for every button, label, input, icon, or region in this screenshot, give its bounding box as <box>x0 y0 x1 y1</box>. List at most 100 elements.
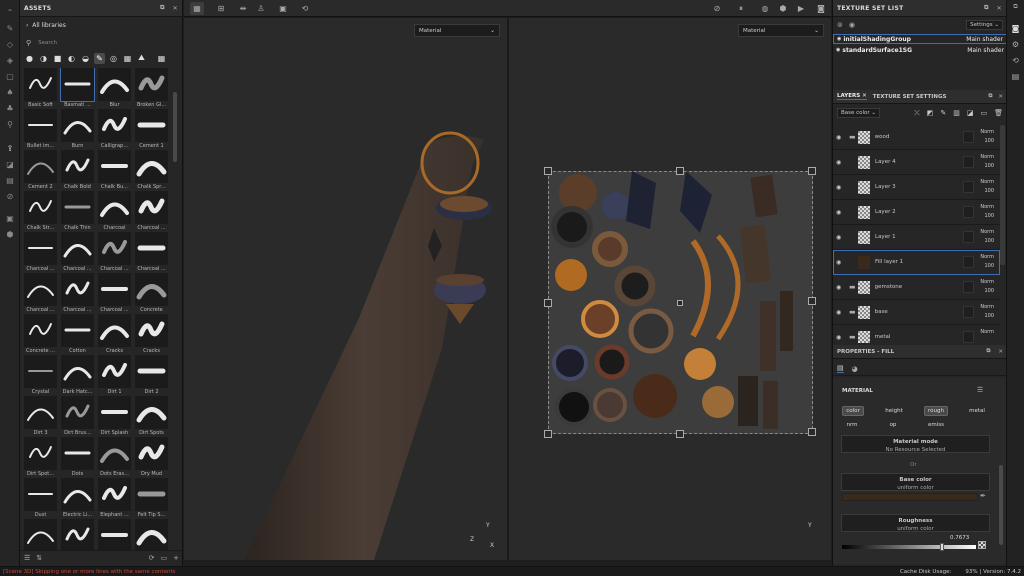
add-mask-icon[interactable]: ◩ <box>927 109 934 117</box>
layer-blend[interactable]: Norm 100 <box>980 178 994 196</box>
asset-item[interactable]: Charcoal ... <box>59 273 96 314</box>
export-icon[interactable]: ▣ <box>0 210 20 226</box>
float-icon[interactable]: ⧉ <box>160 4 165 12</box>
asset-item[interactable]: Charcoal ... <box>133 191 170 232</box>
clone-stamp-icon[interactable]: ♣ <box>0 100 20 116</box>
uv-handle-bc[interactable] <box>676 430 684 438</box>
layer-mask-slot[interactable] <box>963 306 974 318</box>
eye-icon[interactable]: ◉ <box>836 284 848 291</box>
alpha-filter-icon[interactable]: ▦ <box>122 53 133 64</box>
asset-item[interactable]: Charcoal ... <box>22 232 59 273</box>
tab-layers[interactable]: LAYERS ✕ <box>837 93 867 100</box>
asset-item[interactable]: Chalk Spr... <box>133 150 170 191</box>
close-icon[interactable]: ✕ <box>173 5 178 12</box>
texture-set-tool-icon[interactable]: ◙ <box>1007 20 1024 36</box>
asset-item[interactable]: Electric Li... <box>59 478 96 519</box>
asset-item[interactable]: Basmati ... <box>59 68 96 109</box>
uv-handle-tc[interactable] <box>676 167 684 175</box>
eyedropper-icon[interactable]: ✒ <box>980 492 986 500</box>
asset-item[interactable] <box>59 519 96 550</box>
layer-blend[interactable]: Norm 100 <box>980 228 994 246</box>
asset-item[interactable]: Dirt 3 <box>22 396 59 437</box>
geometry-mask-icon[interactable]: ▢ <box>0 68 20 84</box>
asset-item[interactable]: Charcoal ... <box>22 273 59 314</box>
channel-chip-op[interactable]: op <box>884 420 902 430</box>
channel-chip-nrm[interactable]: nrm <box>842 420 862 430</box>
layer-mask-slot[interactable] <box>963 281 974 293</box>
eye-icon[interactable]: ◉ <box>836 47 840 53</box>
layer-mask-slot[interactable] <box>963 231 974 243</box>
asset-item[interactable]: Concrete ... <box>22 314 59 355</box>
add-folder-icon[interactable]: ▭ <box>980 109 987 117</box>
asset-item[interactable]: Dirt 1 <box>96 355 133 396</box>
cube-view-icon[interactable]: ⬢ <box>776 2 790 15</box>
add-fill-layer-icon[interactable]: ▥ <box>953 109 960 117</box>
layer-row[interactable]: ◉ Layer 3 Norm 100 <box>833 175 1000 200</box>
channel-chip-color[interactable]: color <box>842 406 864 416</box>
sort-icon[interactable]: ⇅ <box>36 554 42 562</box>
camera-video-icon[interactable]: ▶ <box>794 2 808 15</box>
layer-row[interactable]: ◉ Layer 4 Norm 100 <box>833 150 1000 175</box>
asset-item[interactable]: Chalk Bu... <box>96 150 133 191</box>
layers-scrollbar[interactable] <box>1000 125 1005 265</box>
layer-row[interactable]: ◉ ▬ gemstone Norm 100 <box>833 275 1000 300</box>
layer-row[interactable]: ◉ ▬ wood Norm 100 <box>833 125 1000 150</box>
asset-item[interactable]: Basic Soft <box>22 68 59 109</box>
asset-item[interactable]: Chalk Bold <box>59 150 96 191</box>
asset-item[interactable] <box>22 519 59 550</box>
layer-row[interactable]: ◉ ▬ base Norm 100 <box>833 300 1000 325</box>
polygon-fill-icon[interactable]: ▤ <box>0 172 20 188</box>
asset-item[interactable] <box>133 519 170 550</box>
uv-handle-tl[interactable] <box>544 167 552 175</box>
layer-mask-slot[interactable] <box>963 156 974 168</box>
eye-icon[interactable]: ◉ <box>837 36 841 42</box>
list-view-icon[interactable]: ☰ <box>24 554 30 562</box>
channel-chip-emiss[interactable]: emiss <box>924 420 948 430</box>
add-icon[interactable]: + <box>173 554 179 562</box>
log-icon[interactable]: ▤ <box>1007 68 1024 84</box>
settings-dropdown[interactable]: Settings ⌄ <box>966 20 1003 30</box>
search-input[interactable]: ⚲ Search <box>26 38 176 48</box>
camera-icon[interactable]: ◙ <box>814 2 828 15</box>
material-picker-icon[interactable]: ⚲ <box>0 116 20 132</box>
base-color-button[interactable]: Base color uniform color <box>841 473 990 491</box>
eye-icon[interactable]: ◉ <box>836 334 848 341</box>
asset-item[interactable]: Dirt Brus... <box>59 396 96 437</box>
3d-model-view[interactable] <box>184 18 506 560</box>
right-viewport-mode-dropdown[interactable]: Material ⌄ <box>738 24 824 37</box>
asset-item[interactable]: Chalk Str... <box>22 191 59 232</box>
asset-item[interactable]: Blur <box>96 68 133 109</box>
channel-chip-metal[interactable]: metal <box>966 406 988 416</box>
assets-scrollbar[interactable] <box>173 92 177 162</box>
brush-filter-icon[interactable]: ✎ <box>94 52 105 64</box>
asset-item[interactable]: Elephant ... <box>96 478 133 519</box>
asset-item[interactable]: Cement 1 <box>133 109 170 150</box>
layer-blend[interactable]: Norm 100 <box>980 253 994 271</box>
eye-icon[interactable]: ◉ <box>836 134 848 141</box>
eye-icon[interactable]: ◉ <box>836 259 848 266</box>
uv-handle-br[interactable] <box>808 428 816 436</box>
asset-item[interactable]: Charcoal ... <box>96 232 133 273</box>
asset-item[interactable]: Cracks <box>96 314 133 355</box>
roughness-slider[interactable] <box>842 545 976 549</box>
asset-item[interactable]: Burn <box>59 109 96 150</box>
layout-split-icon[interactable]: ⊞ <box>214 2 228 15</box>
roughness-map-icon[interactable] <box>978 541 986 549</box>
material-filter-icon[interactable]: ● <box>24 53 35 64</box>
pin-icon[interactable]: ⌃ <box>0 4 20 20</box>
asset-item[interactable]: Dots <box>59 437 96 478</box>
menu-icon[interactable]: ☰ <box>977 386 983 394</box>
asset-item[interactable]: Cotton <box>59 314 96 355</box>
layer-blend[interactable]: Norm <box>980 328 994 337</box>
color-picker-icon[interactable]: ⊘ <box>0 188 20 204</box>
symmetry-icon[interactable]: ⇹ <box>236 2 250 15</box>
asset-item[interactable]: Charcoal ... <box>59 232 96 273</box>
uv-handle-mr[interactable] <box>808 297 816 305</box>
layer-blend[interactable]: Norm 100 <box>980 203 994 221</box>
environment-filter-icon[interactable]: ⛰ <box>136 53 147 64</box>
channel-dropdown[interactable]: Base color ⌄ <box>837 108 881 118</box>
fill-icon[interactable]: ◪ <box>0 156 20 172</box>
roughness-slider-thumb[interactable] <box>940 543 944 551</box>
smudge-icon[interactable]: ♠ <box>0 84 20 100</box>
record-icon[interactable]: ▣ <box>276 2 290 15</box>
